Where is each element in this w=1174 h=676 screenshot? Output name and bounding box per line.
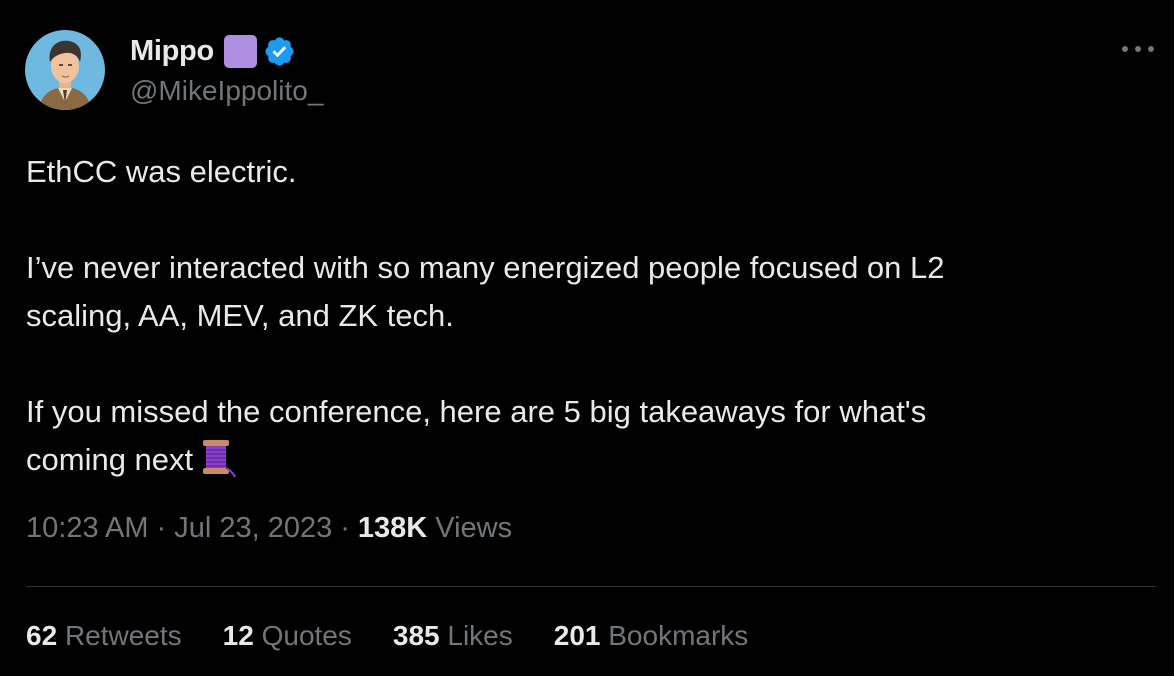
tweet-date[interactable]: Jul 23, 2023 — [174, 512, 332, 544]
dot — [1122, 46, 1128, 52]
quotes-stat[interactable]: 12 Quotes — [223, 620, 352, 652]
verified-badge-icon[interactable] — [263, 35, 296, 68]
tweet-line: scaling, AA, MEV, and ZK tech. — [26, 298, 454, 333]
thread-spool-icon — [203, 440, 237, 478]
stat-label: Likes — [447, 620, 513, 651]
tweet-line: If you missed the conference, here are 5… — [26, 394, 927, 429]
tweet-last-line: coming next — [26, 436, 1136, 484]
stat-label: Retweets — [64, 620, 182, 651]
stat-label: Quotes — [261, 620, 352, 651]
stat-count: 385 — [392, 620, 440, 651]
stat-count: 201 — [553, 620, 601, 651]
author-display-name[interactable]: Mippo — [130, 35, 214, 68]
tweet-line: I’ve never interacted with so many energ… — [26, 250, 945, 285]
views-count: 138K — [357, 512, 428, 544]
engagement-stats: 62 Retweets 12 Quotes 385 Likes 201 Book… — [26, 620, 789, 652]
divider — [26, 586, 1156, 587]
views-label: Views — [435, 512, 513, 544]
separator: · — [156, 512, 167, 544]
avatar[interactable] — [25, 30, 105, 110]
stat-count: 62 — [26, 620, 58, 651]
bookmarks-stat[interactable]: 201 Bookmarks — [554, 620, 749, 652]
ellipsis-icon[interactable] — [1118, 34, 1158, 64]
tweet-text: EthCC was electric. I’ve never interacte… — [26, 148, 1136, 484]
tweet-line: EthCC was electric. — [26, 154, 297, 189]
retweets-stat[interactable]: 62 Retweets — [26, 620, 182, 652]
author-handle[interactable]: @MikeIppolito_ — [130, 75, 323, 107]
tweet-meta: 10:23 AM · Jul 23, 2023 · 138K Views — [26, 512, 512, 545]
avatar-illustration-icon — [25, 30, 105, 110]
tweet-line: coming next — [26, 442, 194, 477]
purple-square-icon — [223, 34, 257, 68]
likes-stat[interactable]: 385 Likes — [393, 620, 513, 652]
stat-label: Bookmarks — [608, 620, 749, 651]
dot — [1135, 46, 1141, 52]
author-name-row: Mippo — [130, 31, 296, 71]
stat-count: 12 — [222, 620, 254, 651]
separator: · — [340, 512, 350, 544]
tweet-time[interactable]: 10:23 AM — [26, 512, 149, 544]
dot — [1148, 46, 1154, 52]
tweet-card: Mippo @MikeIppolito_ EthCC was electric.… — [0, 0, 1174, 676]
